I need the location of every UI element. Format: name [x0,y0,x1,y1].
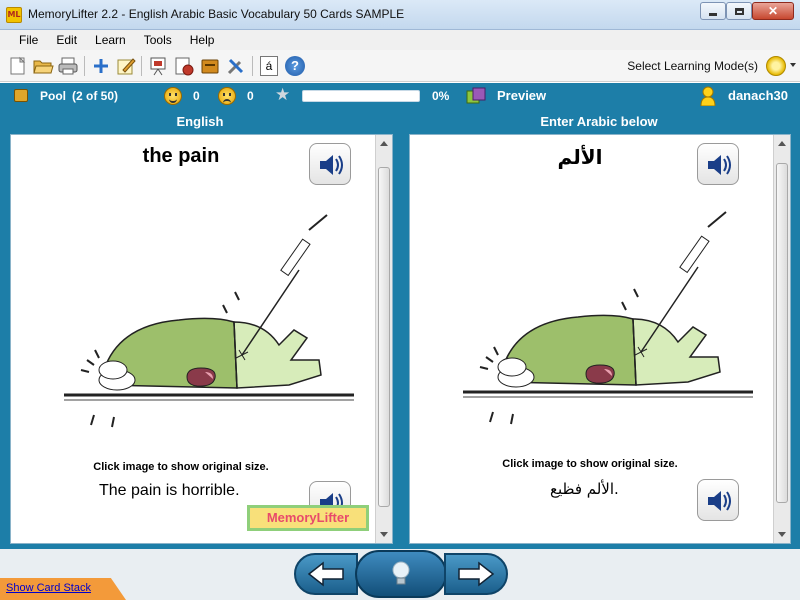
next-card-button[interactable] [444,553,508,595]
character-map-icon[interactable]: á [258,55,280,77]
settings-icon[interactable] [225,55,247,77]
status-bar: Pool (2 of 50) 0 0 ★ 0% Preview danach30 [0,83,800,109]
arrow-left-icon [307,561,344,587]
answer-image-hint: Click image to show original size. [502,458,678,470]
scroll-up-icon[interactable] [778,141,786,146]
toolbar-separator [252,56,253,76]
edit-icon[interactable] [115,55,137,77]
toolbar: á ? Select Learning Mode(s) [0,50,800,82]
card-box-icon[interactable] [199,55,221,77]
menu-learn[interactable]: Learn [86,30,135,50]
menu-help[interactable]: Help [181,30,224,50]
user-icon [700,86,716,106]
close-button[interactable]: ✕ [752,2,794,20]
previous-card-button[interactable] [294,553,358,595]
learning-mode-label[interactable]: Select Learning Mode(s) [627,59,758,73]
maximize-icon [734,7,744,15]
pool-count: (2 of 50) [72,89,119,103]
toolbar-separator [141,56,142,76]
menu-tools[interactable]: Tools [135,30,181,50]
help-icon[interactable]: ? [284,55,306,77]
scroll-thumb[interactable] [378,167,390,507]
question-image-hint: Click image to show original size. [93,461,269,473]
preview-button[interactable]: Preview [497,88,546,103]
speaker-icon [708,491,731,511]
statistics-icon[interactable] [173,55,195,77]
progress-percent: 0% [432,89,450,103]
card-area: English Enter Arabic below the pain Clic… [0,109,800,549]
question-example-sentence: The pain is horrible. [99,482,240,499]
wrong-count: 0 [247,89,254,103]
speaker-icon [320,155,343,175]
menu-edit[interactable]: Edit [47,30,86,50]
title-bar: ML MemoryLifter 2.2 - English Arabic Bas… [0,0,800,30]
window-controls: ✕ [700,2,794,20]
scroll-down-icon[interactable] [778,532,786,537]
add-icon[interactable] [90,55,112,77]
scroll-up-icon[interactable] [380,141,388,146]
app-icon: ML [6,7,22,23]
maximize-button[interactable] [726,2,752,20]
star-icon: ★ [275,85,291,104]
pool-label: Pool [40,89,66,103]
speaker-icon [708,155,731,175]
chevron-down-icon[interactable] [790,63,796,67]
toolbar-separator [84,56,85,76]
answer-audio-button[interactable] [697,143,739,185]
window-title: MemoryLifter 2.2 - English Arabic Basic … [28,7,405,21]
question-panel: the pain Click image to show original si… [10,134,393,544]
wrong-smiley-icon [218,87,236,105]
minimize-button[interactable] [700,2,726,20]
progress-bar [302,90,420,102]
show-card-stack-tab[interactable]: Show Card Stack [0,578,126,600]
question-word: the pain [142,145,220,167]
help-glyph: ? [285,56,305,76]
open-icon[interactable] [32,55,54,77]
question-scrollbar[interactable] [375,135,392,543]
question-column-title: English [176,114,224,129]
correct-smiley-icon [164,87,182,105]
answer-scrollbar[interactable] [773,135,790,543]
arrow-right-icon [458,561,495,587]
slideshow-icon[interactable] [147,55,169,77]
print-icon[interactable] [57,55,79,77]
scroll-down-icon[interactable] [380,532,388,537]
lightbulb-icon [392,561,410,585]
scroll-thumb[interactable] [776,163,788,503]
pool-icon [14,89,28,102]
character-map-glyph: á [260,56,278,76]
pain-illustration[interactable] [59,210,359,430]
minimize-icon [709,12,717,16]
memorylifter-logo: MemoryLifter [247,505,369,531]
show-card-stack-link[interactable]: Show Card Stack [6,582,91,594]
menu-bar: File Edit Learn Tools Help [0,30,800,50]
new-icon[interactable] [7,55,29,77]
learning-mode-icon[interactable] [766,56,786,76]
pain-illustration[interactable] [458,207,758,427]
hint-button[interactable] [355,550,447,598]
close-icon: ✕ [767,4,779,18]
correct-count: 0 [193,89,200,103]
answer-column-title: Enter Arabic below [540,114,658,129]
user-name[interactable]: danach30 [728,88,788,103]
answer-example-sentence: الألم فظيع. [550,480,619,498]
answer-example-audio-button[interactable] [697,479,739,521]
answer-panel: الألم Click image to show original size.… [409,134,791,544]
question-audio-button[interactable] [309,143,351,185]
preview-icon[interactable] [466,87,486,105]
menu-file[interactable]: File [10,30,47,50]
